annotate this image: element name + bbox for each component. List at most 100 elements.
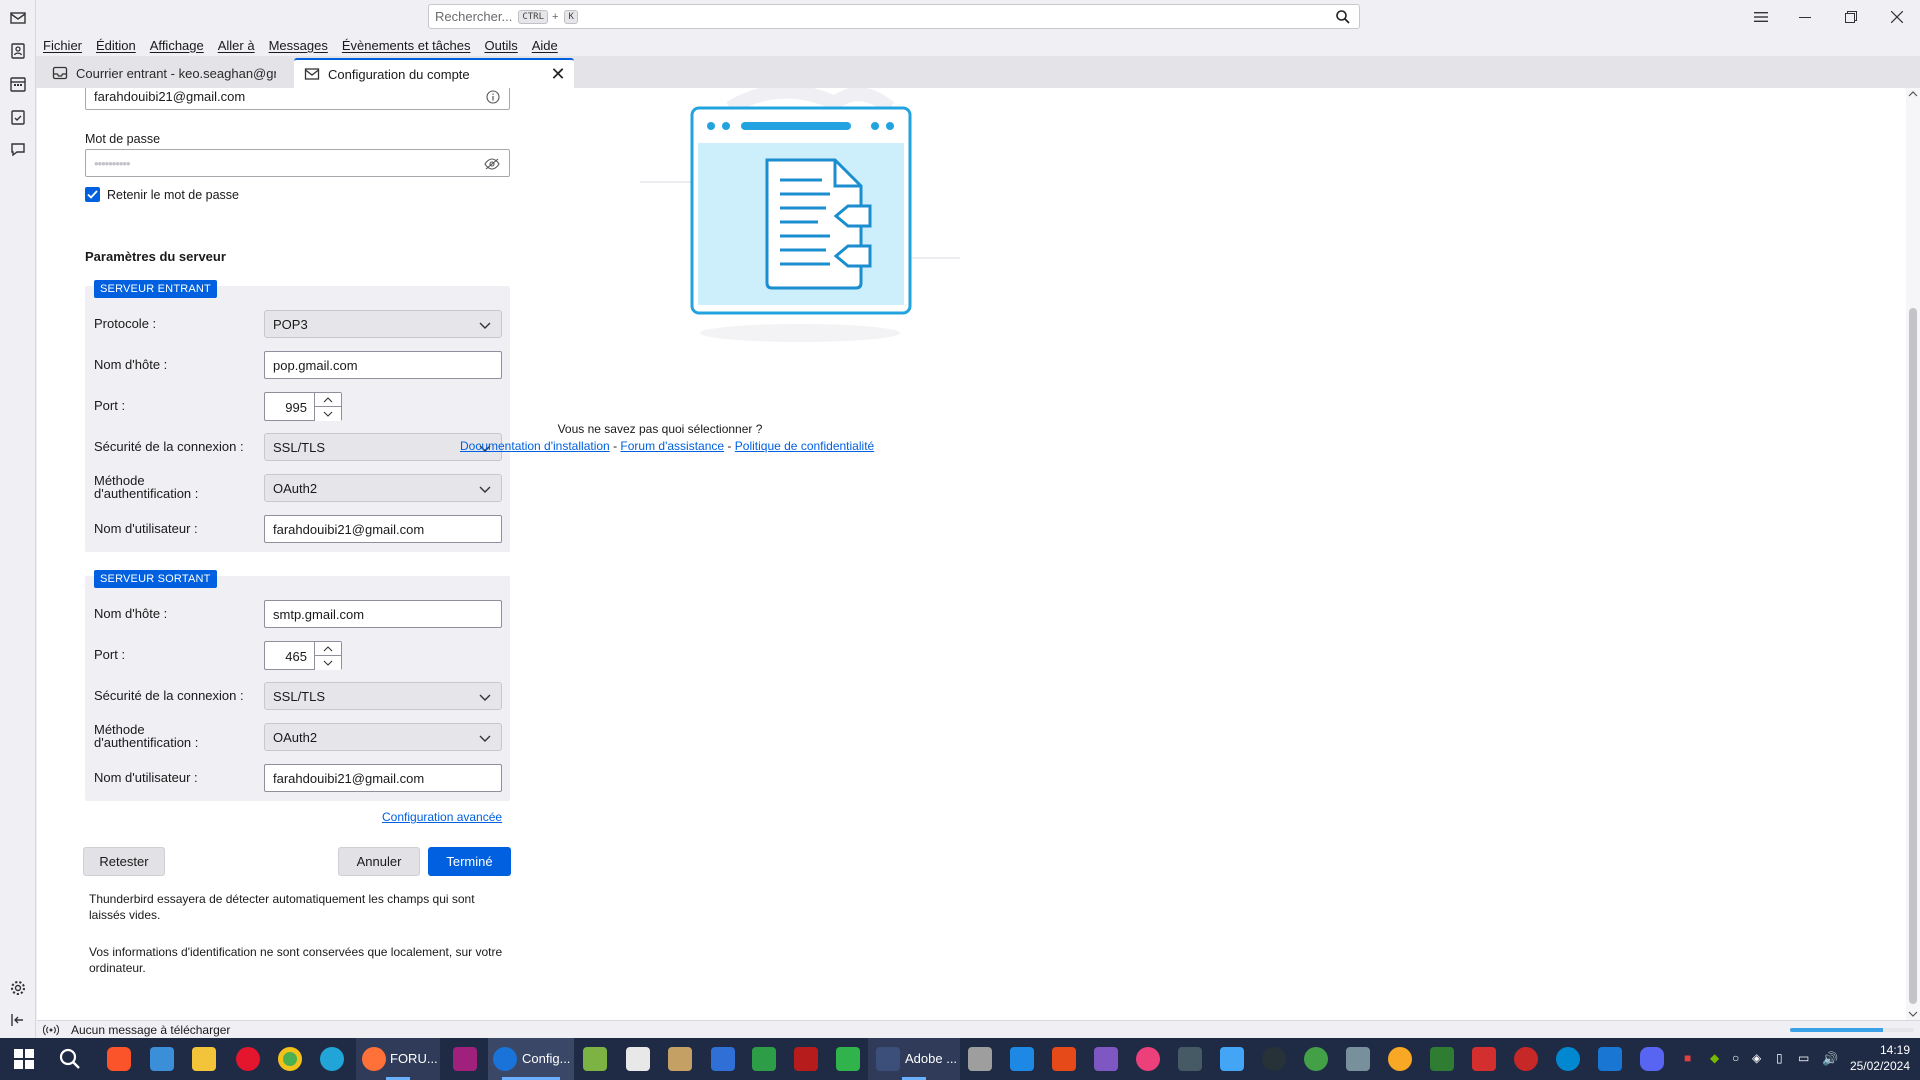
collapse-spaces-icon[interactable] [8, 1010, 28, 1030]
nvidia-tray-icon[interactable]: ◆ [1710, 1051, 1719, 1065]
remote-desktop-icon[interactable] [1598, 1047, 1622, 1071]
restore-icon[interactable] [1828, 0, 1874, 34]
page-scrollbar[interactable] [1906, 88, 1920, 1020]
firefox-browser-icon[interactable] [362, 1047, 386, 1071]
toggle-password-icon[interactable] [484, 158, 500, 170]
adobe-app-icon[interactable] [876, 1047, 900, 1071]
scroll-down-icon[interactable] [1908, 1011, 1918, 1017]
discord-icon[interactable] [1640, 1047, 1664, 1071]
record-app-icon[interactable] [1262, 1047, 1286, 1071]
incoming-port-down[interactable] [314, 407, 341, 421]
thunderbird-icon[interactable] [493, 1047, 517, 1071]
affinity-app-icon[interactable] [1094, 1047, 1118, 1071]
security-tray-icon[interactable]: ◈ [1752, 1051, 1761, 1065]
done-button[interactable]: Terminé [428, 847, 511, 876]
password-field[interactable]: •••••••••• [85, 149, 510, 177]
calendar-icon[interactable] [8, 74, 28, 94]
volume-tray-icon[interactable]: 🔊 [1822, 1051, 1838, 1067]
filezilla-icon[interactable] [794, 1047, 818, 1071]
weather-app-icon[interactable] [1388, 1047, 1412, 1071]
tasks-icon[interactable] [8, 107, 28, 127]
tab-account-config[interactable]: Configuration du compte ✕ [294, 58, 574, 88]
remember-password-row[interactable]: Retenir le mot de passe [85, 187, 239, 202]
opera-browser-icon[interactable] [236, 1047, 260, 1071]
pen-tool-icon[interactable] [1220, 1047, 1244, 1071]
retest-button[interactable]: Retester [83, 847, 165, 876]
install-docs-link[interactable]: Documentation d'installation [460, 439, 610, 453]
battery-tray-icon[interactable]: ▯ [1776, 1051, 1783, 1065]
advanced-config-link[interactable]: Configuration avancée [382, 810, 502, 824]
close-tab-icon[interactable]: ✕ [550, 65, 566, 83]
firefox-task-label[interactable]: FORU... [390, 1051, 438, 1066]
search-box[interactable]: Rechercher... CTRL + K [428, 4, 1360, 29]
windows-start-icon[interactable] [12, 1047, 36, 1071]
notepad-icon[interactable] [626, 1047, 650, 1071]
tab-inbox[interactable]: Courrier entrant - keo.seaghan@gmail.com [42, 58, 292, 88]
outgoing-hostname-input[interactable]: smtp.gmail.com [264, 600, 502, 628]
protocol-select[interactable]: POP3 [264, 310, 502, 338]
menu-tools[interactable]: Outils [477, 38, 524, 53]
info-icon[interactable] [486, 90, 500, 104]
support-forum-link[interactable]: Forum d'assistance [620, 439, 724, 453]
outgoing-port-stepper[interactable]: 465 [264, 641, 342, 670]
menu-edit[interactable]: Édition [89, 38, 143, 53]
cortana-tray-icon[interactable]: ○ [1732, 1051, 1739, 1065]
spreadsheet-icon[interactable] [752, 1047, 776, 1071]
incoming-auth-select[interactable]: OAuth2 [264, 474, 502, 502]
settings-gear-icon[interactable] [8, 978, 28, 998]
outgoing-auth-select[interactable]: OAuth2 [264, 723, 502, 751]
outgoing-security-select[interactable]: SSL/TLS [264, 682, 502, 710]
online-status-icon[interactable] [43, 1024, 59, 1036]
antivirus-app-icon[interactable] [1514, 1047, 1538, 1071]
minimize-icon[interactable] [1782, 0, 1828, 34]
scroll-up-icon[interactable] [1908, 91, 1918, 97]
email-field[interactable]: farahdouibi21@gmail.com [85, 88, 510, 110]
game-app-icon[interactable] [968, 1047, 992, 1071]
close-window-icon[interactable] [1874, 0, 1920, 34]
chat-icon[interactable] [8, 140, 28, 160]
color-app-icon[interactable] [1136, 1047, 1160, 1071]
thunderbird-task-label[interactable]: Config... [522, 1051, 570, 1066]
adobe-task-label[interactable]: Adobe ... [905, 1051, 957, 1066]
inkscape-icon[interactable] [1178, 1047, 1202, 1071]
design-app-icon[interactable] [1010, 1047, 1034, 1071]
library-icon[interactable] [668, 1047, 692, 1071]
terminal-app-icon[interactable] [1430, 1047, 1454, 1071]
scroll-thumb[interactable] [1909, 308, 1917, 1004]
folder-icon[interactable] [192, 1047, 216, 1071]
search-icon[interactable] [58, 1047, 82, 1071]
network-tray-icon[interactable]: ▭ [1798, 1051, 1809, 1065]
chrome-browser-icon[interactable] [278, 1047, 302, 1071]
address-book-icon[interactable] [8, 41, 28, 61]
outgoing-port-up[interactable] [314, 642, 341, 656]
editor-app-icon[interactable] [1472, 1047, 1496, 1071]
incoming-port-stepper[interactable]: 995 [264, 392, 342, 421]
sync-app-icon[interactable] [1304, 1047, 1328, 1071]
menu-file[interactable]: Fichier [36, 38, 89, 53]
mail-icon[interactable] [8, 8, 28, 28]
tray-app-icon[interactable]: ■ [1684, 1051, 1691, 1065]
brave-browser-icon[interactable] [107, 1047, 131, 1071]
incoming-hostname-input[interactable]: pop.gmail.com [264, 351, 502, 379]
chart-app-icon[interactable] [583, 1047, 607, 1071]
microphone-app-icon[interactable] [1346, 1047, 1370, 1071]
file-manager-icon[interactable] [150, 1047, 174, 1071]
menu-events[interactable]: Évènements et tâches [335, 38, 478, 53]
publisher-app-icon[interactable] [1052, 1047, 1076, 1071]
search-icon[interactable] [1335, 9, 1351, 25]
word-document-icon[interactable] [711, 1047, 735, 1071]
edge-browser-icon[interactable] [320, 1047, 344, 1071]
incoming-port-up[interactable] [314, 393, 341, 407]
app-menu-icon[interactable] [1738, 0, 1784, 34]
remember-password-checkbox[interactable] [85, 187, 100, 202]
skype-icon[interactable] [1556, 1047, 1580, 1071]
media-app-icon[interactable] [453, 1047, 477, 1071]
menu-go[interactable]: Aller à [211, 38, 262, 53]
incoming-username-input[interactable]: farahdouibi21@gmail.com [264, 515, 502, 543]
download-manager-icon[interactable] [836, 1047, 860, 1071]
cancel-button[interactable]: Annuler [338, 847, 420, 876]
system-clock[interactable]: 14:19 25/02/2024 [1840, 1042, 1910, 1074]
menu-messages[interactable]: Messages [262, 38, 335, 53]
outgoing-username-input[interactable]: farahdouibi21@gmail.com [264, 764, 502, 792]
privacy-policy-link[interactable]: Politique de confidentialité [735, 439, 874, 453]
